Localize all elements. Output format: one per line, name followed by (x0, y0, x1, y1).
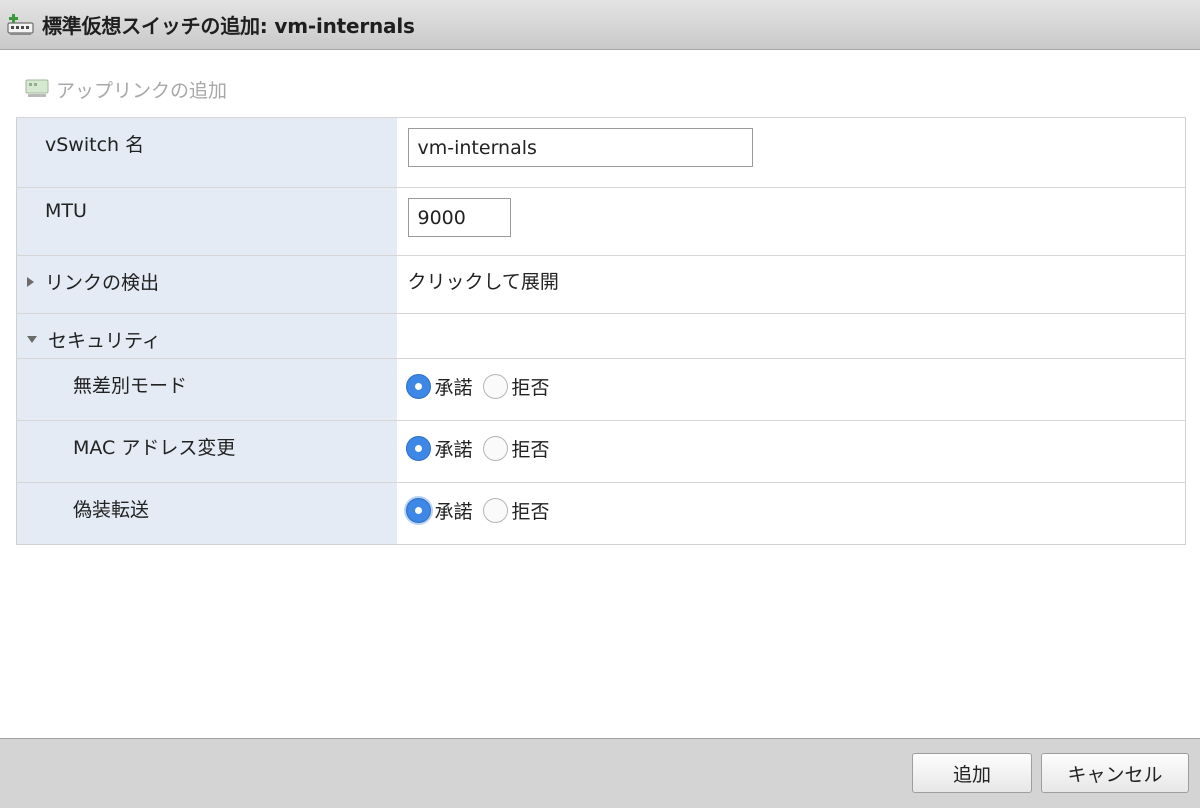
promiscuous-mode-radio-group: 承諾 拒否 (397, 359, 1186, 400)
vswitch-properties-table: vSwitch 名 MTU リンクの検出 クリックして展開 セキュリティ (16, 117, 1186, 545)
table-row: 偽装転送 承諾 拒否 (16, 482, 1186, 545)
add-uplink-button[interactable]: アップリンクの追加 (24, 74, 227, 104)
promiscuous-mode-label: 無差別モード (73, 375, 188, 397)
security-expander[interactable]: セキュリティ (17, 314, 397, 353)
promiscuous-accept-radio[interactable] (405, 374, 431, 399)
link-discovery-expander[interactable]: リンクの検出 (17, 256, 397, 295)
uplink-icon (24, 75, 50, 103)
promiscuous-reject-radio[interactable] (482, 374, 508, 399)
promiscuous-accept-label[interactable]: 承諾 (435, 373, 473, 400)
forged-accept-label[interactable]: 承諾 (435, 497, 473, 524)
security-label: セキュリティ (48, 330, 161, 352)
table-row: リンクの検出 クリックして展開 (16, 255, 1186, 314)
chevron-down-icon (27, 336, 37, 343)
add-button[interactable]: 追加 (912, 753, 1032, 793)
mac-change-reject-radio[interactable] (482, 436, 508, 461)
vswitch-name-label: vSwitch 名 (45, 134, 145, 156)
forged-reject-radio[interactable] (482, 498, 508, 523)
link-discovery-expand-link[interactable]: クリックして展開 (397, 256, 1186, 294)
dialog-footer: 追加 キャンセル (0, 738, 1200, 808)
table-row: セキュリティ (16, 313, 1186, 359)
chevron-right-icon (27, 276, 34, 287)
mac-address-change-radio-group: 承諾 拒否 (397, 421, 1186, 462)
table-row: vSwitch 名 (16, 117, 1186, 188)
dialog-title: 標準仮想スイッチの追加: vm-internals (42, 14, 415, 38)
add-standard-vswitch-dialog: 標準仮想スイッチの追加: vm-internals アップリンクの追加 vSwi… (0, 0, 1200, 808)
mtu-label: MTU (45, 200, 87, 222)
mtu-input[interactable] (407, 198, 511, 237)
table-row: 無差別モード 承諾 拒否 (16, 358, 1186, 421)
add-uplink-label: アップリンクの追加 (56, 79, 228, 102)
forged-accept-radio[interactable] (405, 498, 431, 523)
forged-transmits-label: 偽装転送 (73, 499, 150, 521)
vswitch-add-icon (6, 12, 36, 38)
promiscuous-reject-label[interactable]: 拒否 (512, 373, 550, 400)
forged-reject-label[interactable]: 拒否 (512, 497, 550, 524)
link-discovery-label: リンクの検出 (45, 272, 160, 294)
forged-transmits-radio-group: 承諾 拒否 (397, 483, 1186, 524)
cancel-button[interactable]: キャンセル (1041, 753, 1189, 793)
mac-address-change-label: MAC アドレス変更 (73, 437, 236, 459)
dialog-titlebar: 標準仮想スイッチの追加: vm-internals (0, 0, 1200, 50)
table-row: MAC アドレス変更 承諾 拒否 (16, 420, 1186, 483)
table-row: MTU (16, 187, 1186, 256)
mac-change-accept-radio[interactable] (405, 436, 431, 461)
vswitch-name-input[interactable] (407, 128, 753, 167)
mac-change-reject-label[interactable]: 拒否 (512, 435, 550, 462)
mac-change-accept-label[interactable]: 承諾 (435, 435, 473, 462)
